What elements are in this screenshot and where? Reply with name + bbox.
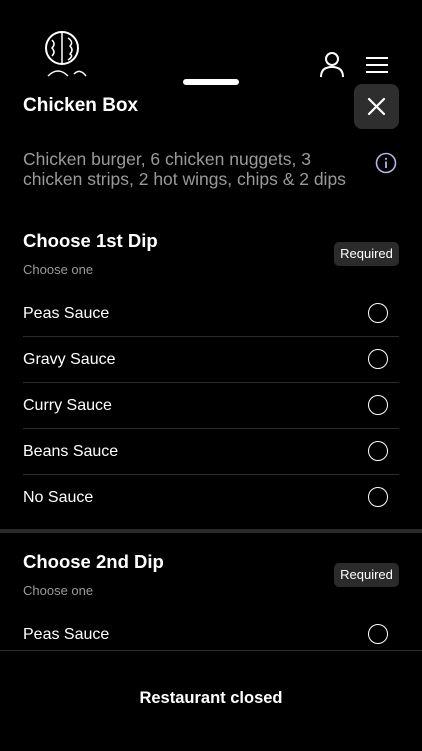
item-description: Chicken burger, 6 chicken nuggets, 3 chi…: [23, 149, 346, 189]
bottom-bar: Restaurant closed: [0, 650, 422, 751]
group-title-2nd-dip: Choose 2nd Dip: [23, 551, 164, 572]
group-title-1st-dip: Choose 1st Dip: [23, 230, 158, 251]
restaurant-logo-icon[interactable]: [40, 26, 92, 78]
radio-button[interactable]: [368, 441, 388, 461]
required-badge-1st-dip: Required: [334, 242, 399, 266]
radio-button[interactable]: [368, 303, 388, 323]
info-icon[interactable]: [375, 152, 397, 174]
option-label: Gravy Sauce: [23, 351, 116, 368]
close-button[interactable]: [354, 84, 399, 129]
option-peas-sauce-1[interactable]: Peas Sauce: [23, 291, 399, 337]
modal-title: Chicken Box: [23, 95, 139, 116]
radio-button[interactable]: [368, 624, 388, 644]
option-label: Curry Sauce: [23, 397, 112, 414]
restaurant-closed-status: Restaurant closed: [139, 689, 283, 707]
group-subtitle-1st-dip: Choose one: [23, 262, 94, 277]
required-badge-2nd-dip: Required: [334, 563, 399, 587]
option-label: Peas Sauce: [23, 305, 110, 322]
radio-button[interactable]: [368, 349, 388, 369]
option-no-sauce[interactable]: No Sauce: [23, 475, 399, 521]
option-gravy-sauce[interactable]: Gravy Sauce: [23, 337, 399, 383]
sheet-drag-handle[interactable]: [183, 79, 239, 85]
close-icon: [367, 97, 386, 116]
app-header: [0, 0, 422, 78]
user-icon[interactable]: [317, 50, 347, 78]
option-label: Beans Sauce: [23, 443, 119, 460]
radio-button[interactable]: [368, 395, 388, 415]
section-separator: [0, 529, 422, 533]
group-subtitle-2nd-dip: Choose one: [23, 583, 94, 598]
option-curry-sauce[interactable]: Curry Sauce: [23, 383, 399, 429]
hamburger-menu-icon[interactable]: [363, 52, 391, 78]
option-beans-sauce[interactable]: Beans Sauce: [23, 429, 399, 475]
option-label: No Sauce: [23, 489, 94, 506]
radio-button[interactable]: [368, 487, 388, 507]
